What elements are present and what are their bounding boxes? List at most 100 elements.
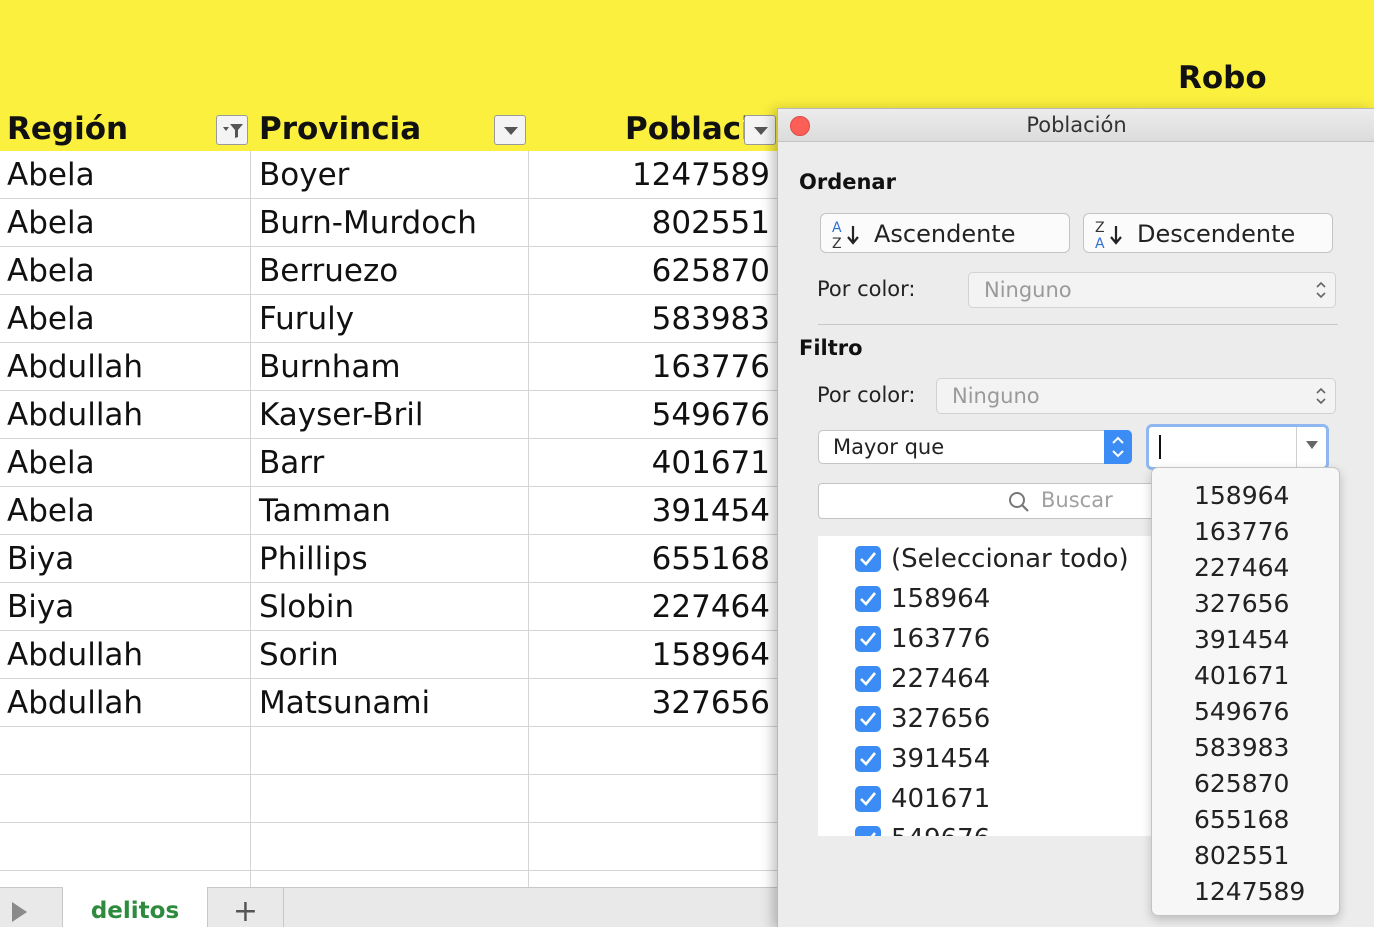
- dropdown-option[interactable]: 625870: [1194, 766, 1289, 802]
- dropdown-option[interactable]: 549676: [1194, 694, 1289, 730]
- sort-descending-button[interactable]: Z A Descendente: [1083, 213, 1333, 253]
- filter-color-value: Ninguno: [952, 384, 1040, 408]
- cell-region[interactable]: Abdullah: [7, 391, 143, 438]
- popover-titlebar: Población: [778, 109, 1374, 142]
- column-divider: [528, 151, 529, 887]
- sort-color-select[interactable]: Ninguno: [968, 272, 1336, 308]
- dropdown-option[interactable]: 1247589: [1194, 874, 1305, 910]
- checkbox-checked[interactable]: [855, 586, 881, 612]
- dropdown-option[interactable]: 227464: [1194, 550, 1289, 586]
- cell-provincia[interactable]: Tamman: [259, 487, 391, 534]
- cell-provincia[interactable]: Barr: [259, 439, 324, 486]
- checklist-item[interactable]: 227464: [818, 660, 1158, 700]
- criteria-value-combobox[interactable]: [1146, 424, 1329, 470]
- cell-provincia[interactable]: Phillips: [259, 535, 368, 582]
- checklist-item[interactable]: 163776: [818, 620, 1158, 660]
- cell-provincia[interactable]: Boyer: [259, 151, 349, 198]
- sort-section-title: Ordenar: [799, 170, 896, 194]
- header-poblacion[interactable]: Població: [625, 108, 747, 151]
- table-row: Abela Barr 401671: [0, 439, 780, 487]
- header-provincia[interactable]: Provincia: [259, 108, 489, 151]
- checkmark-icon: [860, 592, 877, 606]
- scroll-tabs-icon[interactable]: [12, 902, 27, 922]
- dropdown-option[interactable]: 391454: [1194, 622, 1289, 658]
- checklist-item[interactable]: 391454: [818, 740, 1158, 780]
- operator-value: Mayor que: [833, 435, 945, 459]
- section-divider: [818, 324, 1338, 325]
- cell-provincia[interactable]: Berruezo: [259, 247, 398, 294]
- dropdown-option[interactable]: 655168: [1194, 802, 1289, 838]
- cell-poblacion[interactable]: 583983: [530, 295, 770, 342]
- checkbox-checked[interactable]: [855, 546, 881, 572]
- cell-poblacion[interactable]: 391454: [530, 487, 770, 534]
- cell-provincia[interactable]: Burn-Murdoch: [259, 199, 477, 246]
- criteria-dropdown-toggle[interactable]: [1296, 427, 1326, 467]
- cell-provincia[interactable]: Burnham: [259, 343, 401, 390]
- dropdown-option[interactable]: 802551: [1194, 838, 1289, 874]
- cell-poblacion[interactable]: 327656: [530, 679, 770, 726]
- cell-region[interactable]: Abela: [7, 199, 95, 246]
- dropdown-option[interactable]: 158964: [1194, 478, 1289, 514]
- checkbox-checked[interactable]: [855, 746, 881, 772]
- checkbox-checked[interactable]: [855, 826, 881, 836]
- sort-ascending-button[interactable]: A Z Ascendente: [820, 213, 1070, 253]
- cell-region[interactable]: Biya: [7, 535, 74, 582]
- cell-provincia[interactable]: Furuly: [259, 295, 354, 342]
- checklist-item[interactable]: 549676: [818, 820, 1158, 836]
- cell-region[interactable]: Abdullah: [7, 343, 143, 390]
- cell-provincia[interactable]: Kayser-Bril: [259, 391, 423, 438]
- cell-poblacion[interactable]: 227464: [530, 583, 770, 630]
- robo-column-header[interactable]: Robo: [1178, 60, 1267, 96]
- cell-poblacion[interactable]: 401671: [530, 439, 770, 486]
- table-row: Abela Tamman 391454: [0, 487, 780, 535]
- cell-region[interactable]: Abdullah: [7, 631, 143, 678]
- checklist-item[interactable]: 158964: [818, 580, 1158, 620]
- chevron-down-icon: [754, 127, 768, 135]
- cell-poblacion[interactable]: 158964: [530, 631, 770, 678]
- cell-poblacion[interactable]: 163776: [530, 343, 770, 390]
- checkbox-checked[interactable]: [855, 626, 881, 652]
- sort-descending-icon: Z A: [1095, 220, 1122, 250]
- checkbox-checked[interactable]: [855, 666, 881, 692]
- operator-stepper[interactable]: [1104, 430, 1132, 464]
- checkbox-checked[interactable]: [855, 706, 881, 732]
- dropdown-option[interactable]: 401671: [1194, 658, 1289, 694]
- cell-region[interactable]: Abela: [7, 151, 95, 198]
- cell-poblacion[interactable]: 802551: [530, 199, 770, 246]
- cell-provincia[interactable]: Matsunami: [259, 679, 430, 726]
- checklist-item[interactable]: 327656: [818, 700, 1158, 740]
- header-region[interactable]: Región: [7, 108, 212, 151]
- cell-poblacion[interactable]: 549676: [530, 391, 770, 438]
- poblacion-filter-button[interactable]: [744, 115, 776, 145]
- checkmark-icon: [870, 832, 877, 836]
- cell-poblacion[interactable]: 1247589: [530, 151, 770, 198]
- table-row: Abela Furuly 583983: [0, 295, 780, 343]
- checklist-item[interactable]: 401671: [818, 780, 1158, 820]
- cell-poblacion[interactable]: 655168: [530, 535, 770, 582]
- cell-provincia[interactable]: Slobin: [259, 583, 354, 630]
- cell-region[interactable]: Biya: [7, 583, 74, 630]
- dropdown-option[interactable]: 163776: [1194, 514, 1289, 550]
- search-input[interactable]: Buscar: [818, 483, 1158, 519]
- checkmark-icon: [860, 712, 877, 726]
- cell-poblacion[interactable]: 625870: [530, 247, 770, 294]
- region-filter-button[interactable]: [216, 115, 248, 145]
- checkbox-checked[interactable]: [855, 786, 881, 812]
- cell-region[interactable]: Abela: [7, 439, 95, 486]
- cell-region[interactable]: Abela: [7, 487, 95, 534]
- dropdown-option[interactable]: 583983: [1194, 730, 1289, 766]
- sheet-tab-delitos[interactable]: delitos: [62, 887, 208, 927]
- checklist-item[interactable]: (Seleccionar todo): [818, 540, 1158, 580]
- value-checklist[interactable]: (Seleccionar todo) 158964 163776 227464 3276…: [818, 536, 1158, 836]
- provincia-filter-button[interactable]: [494, 115, 526, 145]
- add-sheet-button[interactable]: +: [208, 888, 284, 927]
- cell-provincia[interactable]: Sorin: [259, 631, 339, 678]
- operator-select[interactable]: Mayor que: [818, 430, 1132, 464]
- cell-region[interactable]: Abela: [7, 247, 95, 294]
- checklist-item-label: 549676: [891, 821, 990, 836]
- table-row: Abela Berruezo 625870: [0, 247, 780, 295]
- dropdown-option[interactable]: 327656: [1194, 586, 1289, 622]
- cell-region[interactable]: Abela: [7, 295, 95, 342]
- cell-region[interactable]: Abdullah: [7, 679, 143, 726]
- filter-color-select[interactable]: Ninguno: [936, 378, 1336, 414]
